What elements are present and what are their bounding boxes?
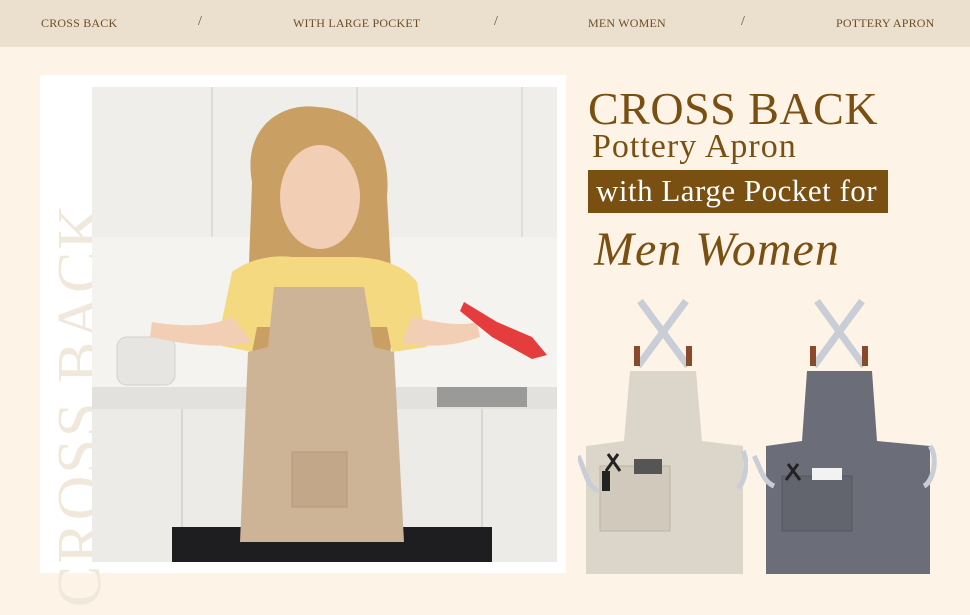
topbar-separator: / [198,14,203,29]
topbar-separator: / [494,14,499,29]
gray-apron-illustration [751,298,937,574]
model-photo-illustration [92,87,557,562]
headline-line-3: with Large Pocket for [596,173,878,208]
topbar-item-pottery-apron: POTTERY APRON [836,16,935,30]
headline-highlight-box: with Large Pocket for [588,170,888,213]
model-photo [92,87,557,562]
khaki-apron-image [575,296,749,581]
khaki-apron-illustration [575,298,749,574]
topbar-item-large-pocket: WITH LARGE POCKET [293,16,421,30]
topbar-separator: / [741,14,746,29]
photo-frame: CROSS BACK [40,75,566,607]
topbar-item-men-women: MEN WOMEN [588,16,666,30]
topbar-item-cross-back: CROSS BACK [41,16,118,30]
top-bar: CROSS BACK / WITH LARGE POCKET / MEN WOM… [0,0,970,47]
headline-line-2: Pottery Apron [592,128,797,165]
gray-apron-image [751,296,937,581]
headline-line-4: Men Women [594,223,840,276]
